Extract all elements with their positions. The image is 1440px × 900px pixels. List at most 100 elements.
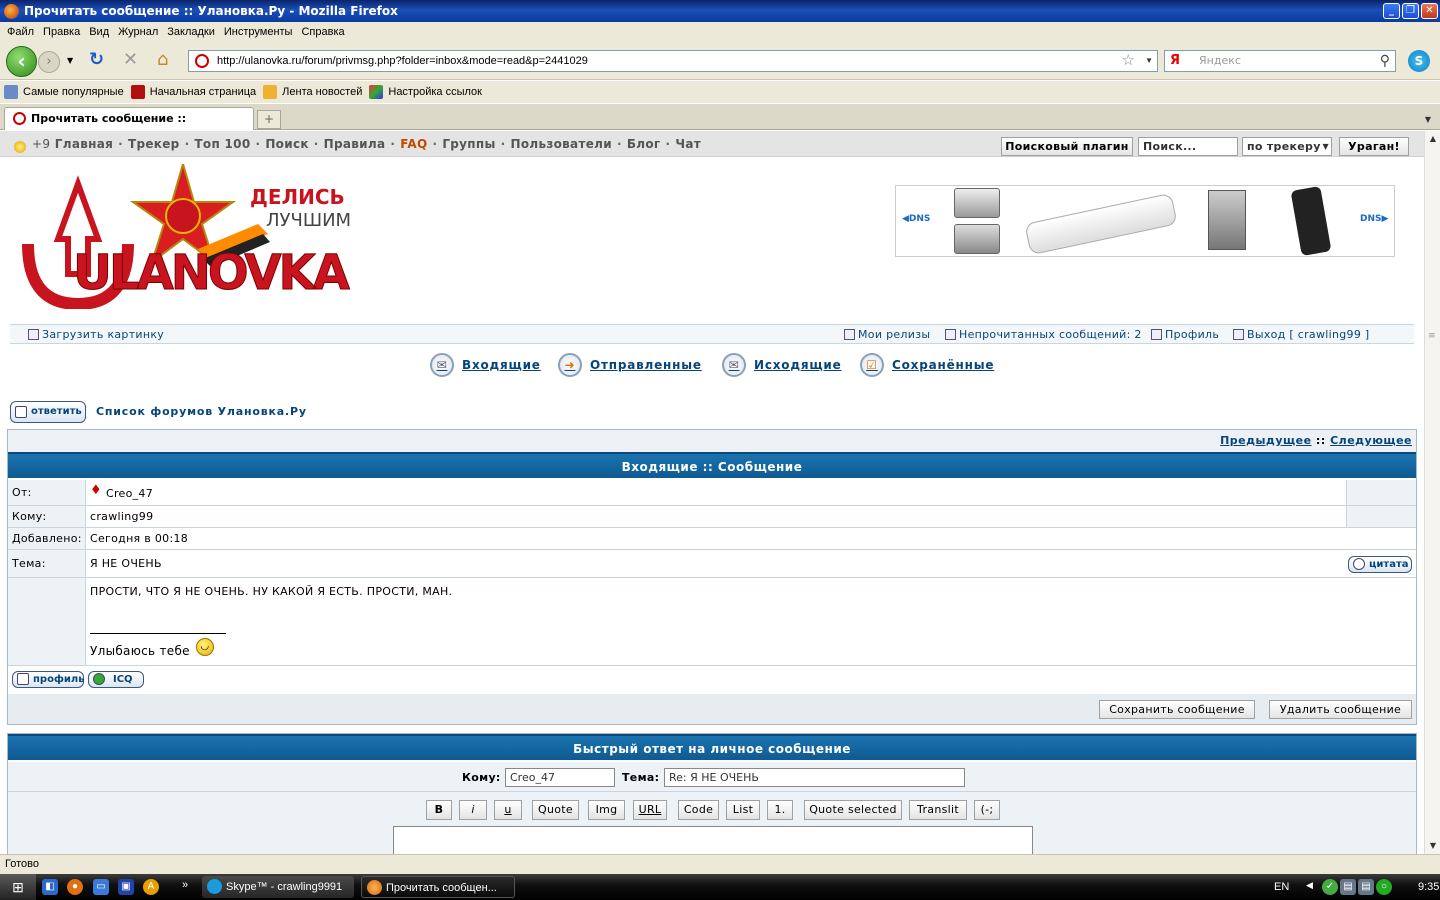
tray-network-icon[interactable]: ▤: [1340, 879, 1356, 895]
nav-chat[interactable]: Чат: [675, 137, 701, 151]
url-dropdown-icon[interactable]: ▼: [1145, 51, 1153, 71]
taskbar-skype[interactable]: Skype™ - crawling9991: [202, 876, 354, 898]
italic-button[interactable]: i: [459, 800, 487, 820]
start-button[interactable]: ⊞: [0, 874, 36, 900]
tab-inbox[interactable]: ✉ Входящие: [430, 353, 541, 377]
language-indicator[interactable]: EN: [1274, 881, 1289, 893]
upload-image-link[interactable]: Загрузить картинку: [28, 328, 164, 341]
tab-sent[interactable]: ➜ Отправленные: [558, 353, 702, 377]
bookmark-home-page[interactable]: Начальная страница: [130, 85, 256, 99]
bookmark-customize[interactable]: Настройка ссылок: [369, 85, 482, 99]
reply-subject-input[interactable]: Re: Я НЕ ОЧЕНЬ: [664, 768, 965, 787]
reply-to-input[interactable]: Creo_47: [505, 768, 615, 787]
bold-button[interactable]: B: [426, 800, 452, 820]
back-button[interactable]: ‹: [6, 46, 37, 77]
search-bar[interactable]: Я Яндекс ⚲: [1164, 50, 1396, 72]
nav-search[interactable]: Поиск: [265, 137, 308, 151]
home-icon[interactable]: ⌂: [157, 50, 168, 70]
minimize-button[interactable]: _: [1383, 3, 1400, 19]
search-plugin-button[interactable]: Поисковый плагин: [1001, 137, 1133, 156]
search-scope-select[interactable]: по трекеру ▼: [1242, 137, 1332, 156]
translit-button[interactable]: Translit: [909, 800, 967, 820]
yandex-icon[interactable]: Я: [1170, 51, 1180, 71]
profile-button[interactable]: профиль: [12, 671, 85, 688]
skype-icon[interactable]: S: [1408, 50, 1430, 72]
bookmark-news-feed[interactable]: Лента новостей: [263, 85, 362, 99]
reply-button[interactable]: ответить: [10, 401, 86, 423]
nav-groups[interactable]: Группы: [442, 137, 495, 151]
close-button[interactable]: ✕: [1421, 3, 1438, 19]
clock[interactable]: 9:35: [1418, 881, 1439, 893]
tab-active[interactable]: Прочитать сообщение :: Улановка.Ру: [4, 107, 254, 146]
url-bar[interactable]: http://ulanovka.ru/forum/privmsg.php?fol…: [188, 50, 1158, 72]
quote-tag-button[interactable]: Quote: [532, 800, 579, 820]
reply-message-textarea[interactable]: [393, 826, 1033, 854]
scroll-up-icon[interactable]: ▲: [1425, 131, 1440, 147]
prev-message-link[interactable]: Предыдущее: [1220, 434, 1312, 447]
nav-faq[interactable]: FAQ: [400, 137, 427, 151]
quicklaunch-app-icon[interactable]: ◧: [42, 879, 58, 895]
quicklaunch-firefox-icon[interactable]: ●: [67, 879, 83, 895]
smilies-button[interactable]: (-;: [974, 800, 1000, 820]
site-search-button[interactable]: Ураган!: [1339, 137, 1409, 156]
search-icon[interactable]: ⚲: [1380, 51, 1390, 71]
nav-rules[interactable]: Правила: [324, 137, 386, 151]
scroll-down-icon[interactable]: ▼: [1425, 838, 1440, 854]
list-tag-button[interactable]: List: [726, 800, 760, 820]
scroll-thumb[interactable]: ≡: [1428, 331, 1438, 341]
forum-index-link[interactable]: Список форумов Улановка.Ру: [96, 405, 307, 418]
tray-expand-icon[interactable]: ◀: [1306, 880, 1313, 891]
nav-home[interactable]: Главная: [55, 137, 113, 151]
tab-saved[interactable]: ☑ Сохранённые: [860, 353, 994, 377]
page-scrollbar[interactable]: ▲ ≡ ▼: [1424, 131, 1440, 854]
menu-file[interactable]: Файл: [7, 26, 34, 38]
tray-status-icon[interactable]: ○: [1376, 879, 1392, 895]
quicklaunch-save-icon[interactable]: ▣: [118, 879, 134, 895]
img-tag-button[interactable]: Img: [588, 800, 625, 820]
tray-network-icon[interactable]: ▤: [1358, 879, 1374, 895]
nav-tracker[interactable]: Трекер: [128, 137, 180, 151]
nav-top100[interactable]: Топ 100: [194, 137, 250, 151]
history-dropdown-icon[interactable]: ▼: [67, 56, 73, 65]
taskbar-firefox[interactable]: Прочитать сообщен...: [361, 876, 515, 898]
reload-icon[interactable]: ↻: [89, 50, 104, 70]
next-message-link[interactable]: Следующее: [1330, 434, 1412, 447]
menu-bookmarks[interactable]: Закладки: [167, 26, 215, 38]
new-tab-button[interactable]: +: [257, 110, 281, 129]
site-search-input[interactable]: Поиск...: [1138, 137, 1238, 156]
bookmark-most-visited[interactable]: Самые популярные: [4, 85, 124, 99]
menu-help[interactable]: Справка: [301, 26, 344, 38]
numbered-list-button[interactable]: 1.: [767, 800, 793, 820]
quote-button[interactable]: цитата: [1348, 556, 1412, 573]
menu-view[interactable]: Вид: [89, 26, 109, 38]
delete-message-button[interactable]: Удалить сообщение: [1269, 700, 1412, 719]
save-message-button[interactable]: Сохранить сообщение: [1099, 700, 1255, 719]
stop-icon[interactable]: ✕: [123, 50, 138, 70]
banner-right-arrow-icon[interactable]: DNS▶: [1360, 214, 1388, 224]
advertisement-banner[interactable]: ◀DNS DNS▶: [895, 185, 1395, 257]
icq-button[interactable]: ICQ: [88, 671, 144, 688]
quicklaunch-more-icon[interactable]: »: [182, 879, 188, 891]
tab-list-dropdown-icon[interactable]: ▼: [1420, 110, 1436, 129]
my-releases-link[interactable]: Мои релизы: [844, 328, 930, 341]
menu-edit[interactable]: Правка: [43, 26, 80, 38]
quicklaunch-app2-icon[interactable]: A: [143, 879, 159, 895]
tab-outbox[interactable]: ✉ Исходящие: [722, 353, 842, 377]
url-tag-button[interactable]: URL: [633, 800, 667, 820]
underline-button[interactable]: u: [494, 800, 522, 820]
bookmark-star-icon[interactable]: ☆: [1122, 51, 1135, 71]
quicklaunch-desktop-icon[interactable]: ▭: [93, 879, 109, 895]
unread-messages-link[interactable]: Непрочитанных сообщений: 2: [945, 328, 1142, 341]
menu-tools[interactable]: Инструменты: [224, 26, 293, 38]
tray-app-icon[interactable]: ✓: [1322, 879, 1338, 895]
banner-left-arrow-icon[interactable]: ◀DNS: [902, 214, 930, 224]
logout-link[interactable]: Выход [ crawling99 ]: [1233, 328, 1370, 341]
from-value[interactable]: Creo_47: [106, 487, 153, 500]
maximize-button[interactable]: ❐: [1402, 3, 1419, 19]
profile-link[interactable]: Профиль: [1151, 328, 1219, 341]
code-tag-button[interactable]: Code: [678, 800, 719, 820]
site-logo[interactable]: ДЕЛИСЬ ЛУЧШИМ ULANOVKA: [18, 160, 358, 311]
quote-selected-button[interactable]: Quote selected: [804, 800, 902, 820]
nav-blog[interactable]: Блог: [627, 137, 661, 151]
nav-users[interactable]: Пользователи: [510, 137, 611, 151]
